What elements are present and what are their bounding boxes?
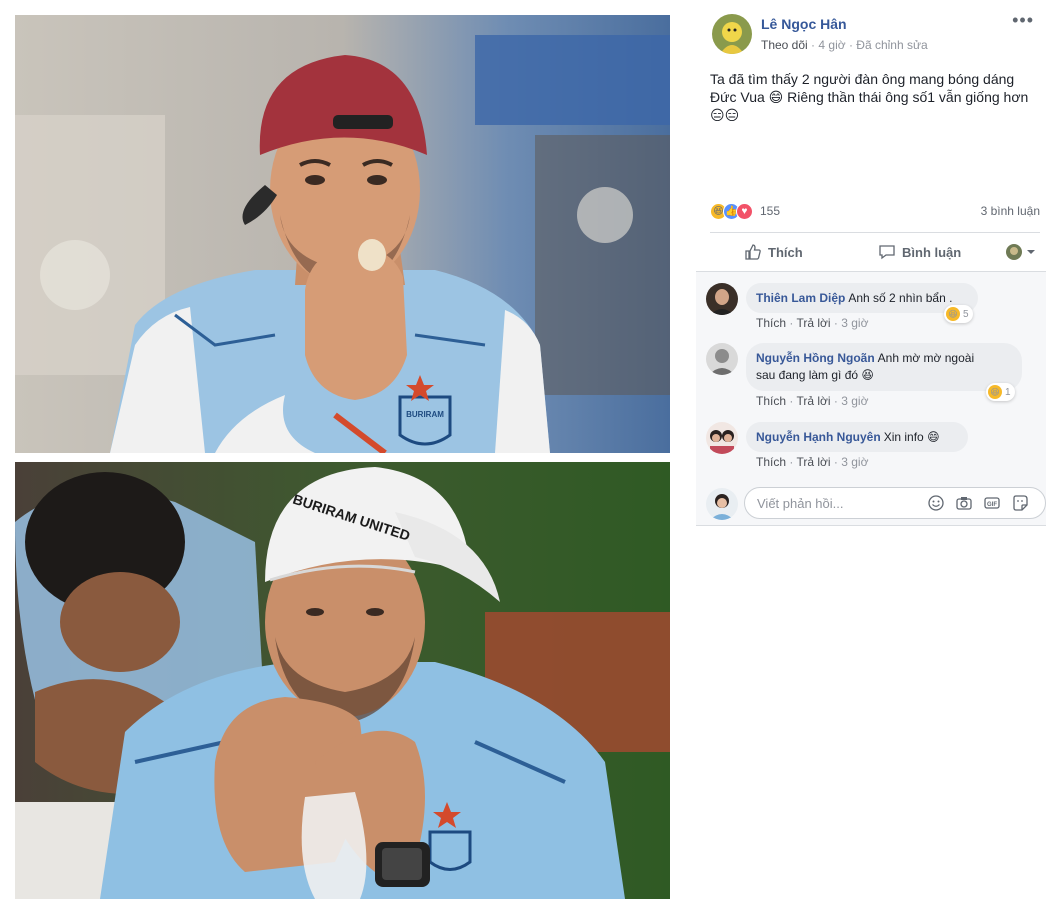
comment-reply-link[interactable]: Trả lời [796, 455, 830, 469]
comment-text: Xin info [883, 430, 924, 444]
comment-time[interactable]: 3 giờ [841, 455, 868, 469]
share-audience-button[interactable] [1006, 240, 1036, 264]
laugh-emoji-icon: 😆 [861, 368, 874, 382]
svg-text:GIF: GIF [987, 502, 997, 508]
author-avatar[interactable] [712, 14, 752, 54]
commenter-name[interactable]: Nguyễn Hạnh Nguyên [756, 430, 881, 444]
comment-count[interactable]: 3 bình luận [981, 204, 1040, 218]
photo-man-eating: BURIRAM [15, 15, 670, 453]
sticker-icon[interactable] [1012, 495, 1028, 511]
post-text-line1: Ta đã tìm thấy 2 người đàn ông mang bóng… [710, 71, 1015, 87]
post-text-line2a: Đức Vua [710, 89, 765, 105]
comment-actions: Thích · Trả lời · 3 giờ [756, 316, 869, 330]
comment-text-line2: sau đang làm gì đó [756, 368, 859, 382]
post-text: Ta đã tìm thấy 2 người đàn ông mang bóng… [710, 70, 1040, 124]
post-text-line2b: Riêng thần thái ông số1 vẫn giống hơn [787, 89, 1029, 105]
like-label: Thích [768, 244, 803, 260]
comment-actions: Thích · Trả lời · 3 giờ [756, 394, 869, 408]
commenter-avatar[interactable] [706, 422, 738, 454]
comment-bubble: Nguyễn Hồng Ngoãn Anh mờ mờ ngoài sau đan… [746, 343, 1022, 391]
commenter-avatar[interactable] [706, 283, 738, 315]
post-meta: Theo dõi · 4 giờ · Đã chỉnh sửa [761, 38, 928, 52]
comment-bubble-icon [879, 245, 895, 260]
comment-actions: Thích · Trả lời · 3 giờ [756, 455, 869, 469]
reply-tools: GIF [928, 495, 1028, 511]
post-panel: Lê Ngọc Hân Theo dõi · 4 giờ · Đã chỉnh … [696, 0, 1046, 910]
photo-man-drinking: BURIRAM UNITED [15, 462, 670, 899]
commenter-name[interactable]: Nguyễn Hồng Ngoãn [756, 351, 875, 365]
comment-reaction-count: 1 [1005, 386, 1011, 398]
camera-icon[interactable] [956, 495, 972, 511]
gif-icon[interactable]: GIF [984, 495, 1000, 511]
post-photo-top[interactable]: BURIRAM [15, 15, 670, 453]
follow-link[interactable]: Theo dõi [761, 38, 808, 52]
comment-time[interactable]: 3 giờ [841, 394, 868, 408]
comment-bubble: Nguyễn Hạnh Nguyên Xin info 😄 [746, 422, 968, 452]
haha-reaction-icon: 😆 [988, 385, 1002, 399]
reactions-row: 😆 👍 ♥ 155 3 bình luận [710, 202, 1040, 222]
expressionless-emoji-icon: 😑😑 [710, 107, 740, 123]
post-actions: Thích Bình luận [710, 234, 1040, 270]
post-time[interactable]: 4 giờ [818, 38, 845, 52]
comment-label: Bình luận [902, 244, 962, 260]
haha-reaction-icon: 😆 [946, 307, 960, 321]
more-icon[interactable]: ••• [1012, 10, 1034, 31]
comment-reactions[interactable]: 😆 5 [944, 305, 973, 323]
love-reaction-icon: ♥ [736, 203, 753, 220]
comment-button[interactable]: Bình luận [878, 240, 961, 264]
thumbs-up-icon [745, 244, 761, 260]
comment-reaction-count: 5 [963, 308, 969, 320]
grin-emoji-icon: 😄 [927, 430, 940, 444]
comment-bubble: Thiên Lam Diệp Anh số 2 nhìn bẩn . [746, 283, 978, 313]
divider [710, 232, 1040, 233]
comment-like-link[interactable]: Thích [756, 394, 786, 408]
author-name[interactable]: Lê Ngọc Hân [761, 16, 847, 32]
comment-like-link[interactable]: Thích [756, 455, 786, 469]
edited-label[interactable]: Đã chỉnh sửa [856, 38, 927, 52]
comment-reply-link[interactable]: Trả lời [796, 316, 830, 330]
post-photo-bottom[interactable]: BURIRAM UNITED [15, 462, 670, 899]
comment-reply-link[interactable]: Trả lời [796, 394, 830, 408]
current-user-avatar[interactable] [706, 488, 738, 520]
commenter-avatar[interactable] [706, 343, 738, 375]
comment-reactions[interactable]: 😆 1 [986, 383, 1015, 401]
emoji-icon[interactable] [928, 495, 944, 511]
comment-text-line1: Anh mờ mờ ngoài [877, 351, 975, 365]
like-button[interactable]: Thích [744, 240, 803, 264]
comment-time[interactable]: 3 giờ [841, 316, 868, 330]
svg-text:BURIRAM: BURIRAM [406, 410, 444, 419]
share-avatar-icon [1006, 244, 1022, 260]
reply-composer: GIF [706, 486, 1046, 520]
chevron-down-icon [1027, 250, 1035, 254]
comment-text: Anh số 2 nhìn bẩn . [848, 291, 953, 305]
comment-like-link[interactable]: Thích [756, 316, 786, 330]
grin-emoji-icon: 😄 [768, 89, 784, 105]
reactions-count[interactable]: 155 [760, 204, 780, 218]
commenter-name[interactable]: Thiên Lam Diệp [756, 291, 845, 305]
